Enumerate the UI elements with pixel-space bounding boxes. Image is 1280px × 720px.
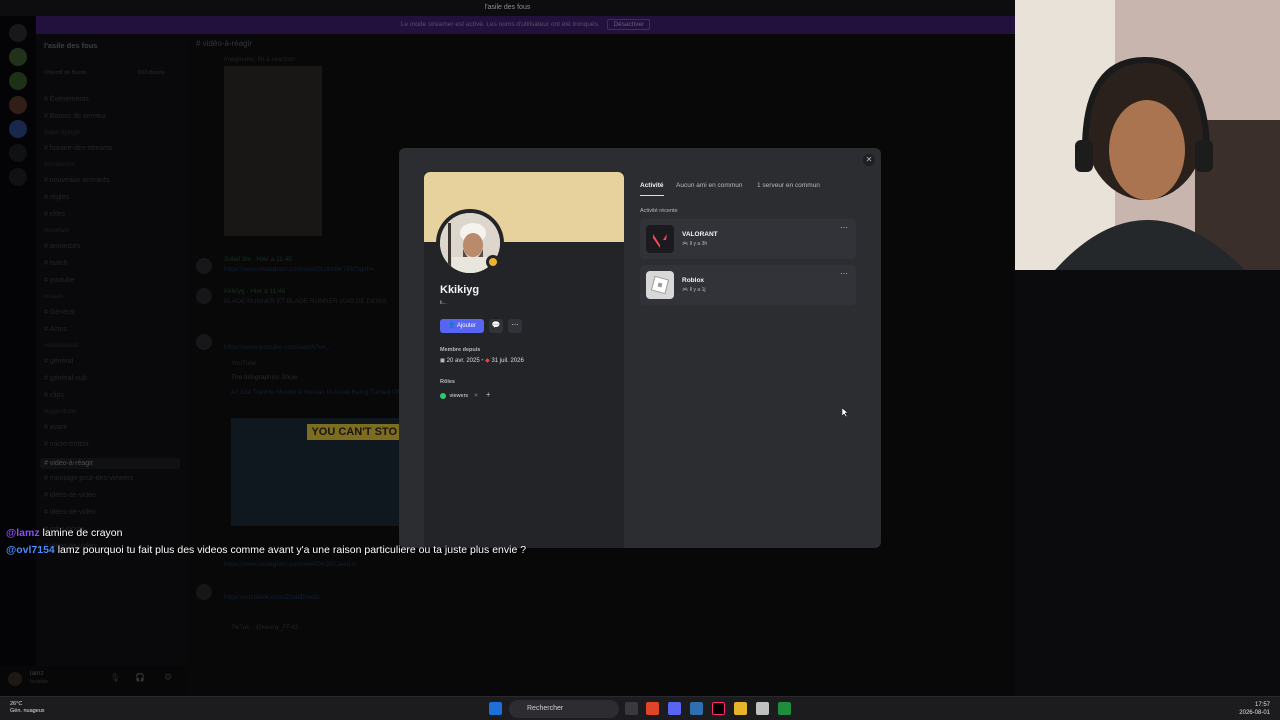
activity-card[interactable]: VALORANT 🎮 Il y a 3h ⋯ [640, 219, 856, 259]
app-icon[interactable] [778, 702, 791, 715]
stream-chat-message: @ovl7154 lamz pourquoi tu fait plus des … [6, 544, 526, 556]
user-profile-modal: ✕ Kkikiyg k... 👤 Ajouter 💬 ⋯ Membre depu… [399, 148, 881, 548]
activity-time-text: Il y a 3h [689, 241, 708, 247]
profile-card: Kkikiyg k... 👤 Ajouter 💬 ⋯ Membre depuis… [424, 172, 624, 548]
tab-mutual-friends[interactable]: Aucun ami en commun [676, 182, 742, 189]
tiktok-icon[interactable] [712, 702, 725, 715]
remove-role-icon[interactable]: ✕ [474, 393, 479, 399]
clock-time: 17:57 [1254, 702, 1270, 708]
webcam-feed [1015, 0, 1280, 270]
task-view-icon[interactable] [625, 702, 638, 715]
member-since-label: Membre depuis [440, 347, 481, 353]
profile-subtitle: k... [440, 300, 447, 306]
role-name: viewers [449, 393, 469, 399]
discord-icon: ◼ [440, 358, 445, 364]
close-icon[interactable]: ✕ [863, 154, 875, 166]
clock-date: 2026-08-01 [1239, 710, 1270, 716]
chat-username: @lamz [6, 527, 40, 539]
tab-activity[interactable]: Activité [640, 182, 663, 189]
member-since-server: 31 juil. 2026 [491, 358, 524, 364]
brave-icon[interactable] [646, 702, 659, 715]
member-since-row: ◼ 20 avr. 2025 • ◆ 31 juil. 2026 [440, 358, 524, 364]
profile-username: Kkikiyg [440, 284, 480, 296]
activity-time-text: Il y a 1j [689, 287, 706, 293]
more-icon[interactable]: ⋯ [840, 223, 848, 232]
more-icon[interactable]: ⋯ [840, 269, 848, 278]
recent-activity-label: Activité récente [640, 208, 678, 214]
mouse-cursor-icon [842, 408, 848, 417]
server-icon: ◆ [485, 358, 490, 364]
add-role-icon[interactable]: + [486, 390, 491, 399]
message-icon[interactable]: 💬 [489, 319, 503, 333]
more-icon[interactable]: ⋯ [508, 319, 522, 333]
activity-card[interactable]: Roblox 🎮 Il y a 1j ⋯ [640, 265, 856, 305]
add-friend-icon: 👤 [448, 323, 456, 329]
activity-name: Roblox [682, 277, 705, 284]
activity-time: 🎮 Il y a 1j [682, 287, 705, 293]
controller-icon: 🎮 [682, 241, 689, 247]
weather-temp: 26°C [10, 701, 23, 707]
folder-icon[interactable] [734, 702, 747, 715]
chat-text: lamz pourquoi tu fait plus des videos co… [57, 544, 527, 556]
stream-background [1015, 270, 1280, 696]
window-title: l'asile des fous [0, 0, 1015, 16]
roblox-icon [646, 271, 674, 299]
activity-time: 🎮 Il y a 3h [682, 241, 707, 247]
activity-name: VALORANT [682, 231, 718, 238]
roles-label: Rôles [440, 379, 455, 385]
search-input[interactable]: Rechercher [509, 700, 619, 718]
stream-chat-message: @lamz lamine de crayon [6, 527, 122, 539]
avatar[interactable] [436, 209, 504, 277]
role-color-icon [440, 392, 446, 399]
status-badge [486, 255, 500, 269]
chat-text: lamine de crayon [42, 527, 123, 539]
add-friend-label: Ajouter [456, 323, 476, 329]
weather-widget[interactable]: 26°C Gén. nuageux [10, 701, 45, 715]
member-since-discord: 20 avr. 2025 [446, 358, 480, 364]
valorant-icon [646, 225, 674, 253]
system-clock[interactable]: 17:57 2026-08-01 [1239, 701, 1270, 717]
chat-username: @ovl7154 [6, 544, 55, 556]
app-icon[interactable] [690, 702, 703, 715]
controller-icon: 🎮 [682, 287, 689, 293]
add-friend-button[interactable]: 👤 Ajouter [440, 319, 484, 333]
taskbar: 26°C Gén. nuageux Rechercher 17:57 2026-… [0, 696, 1280, 720]
weather-desc: Gén. nuageux [10, 708, 45, 714]
role-pill: viewers ✕ + [440, 390, 491, 399]
windows-icon[interactable] [489, 702, 502, 715]
discord-icon[interactable] [668, 702, 681, 715]
tab-underline [640, 195, 664, 196]
tab-mutual-servers[interactable]: 1 serveur en commun [757, 182, 820, 189]
app-icon[interactable] [756, 702, 769, 715]
